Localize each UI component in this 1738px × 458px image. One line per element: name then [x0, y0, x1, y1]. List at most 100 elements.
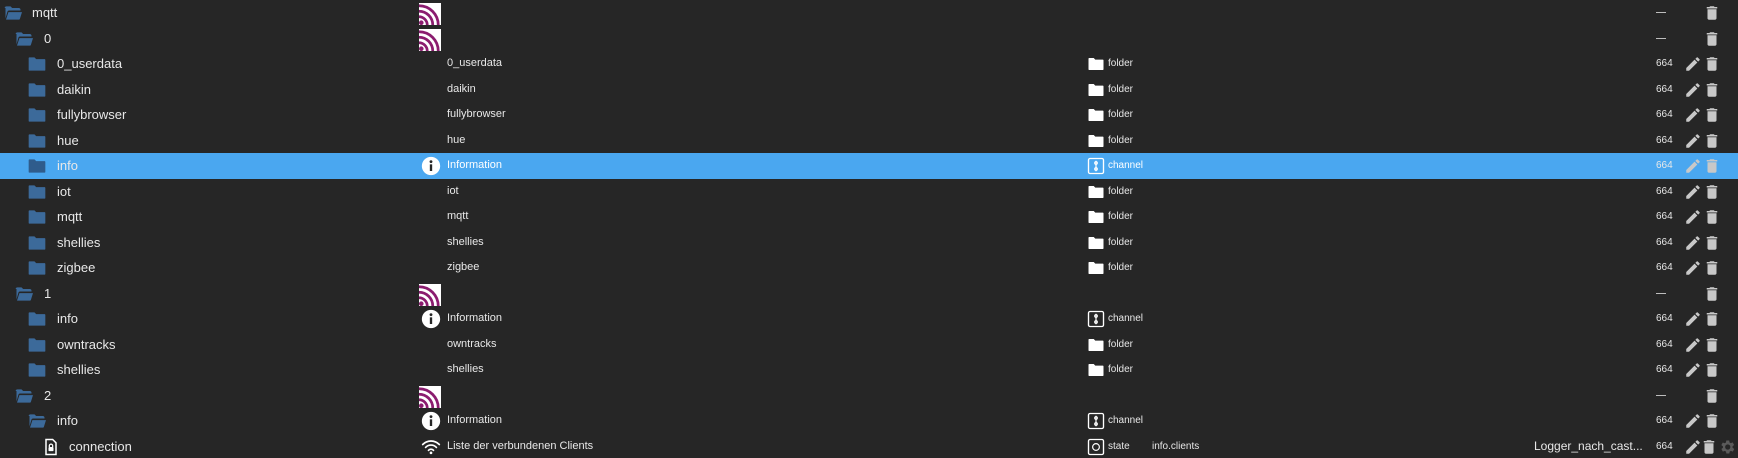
object-id: 0_userdata [57, 56, 123, 71]
object-id: daikin [57, 81, 91, 97]
folder-icon[interactable] [27, 182, 47, 202]
object-id: info [57, 158, 78, 173]
tree-row-2[interactable]: 2 [0, 382, 1738, 408]
object-id: shellies [57, 362, 101, 377]
object-name: hue [447, 133, 466, 146]
folder-type-icon [1087, 183, 1105, 201]
folder-icon[interactable] [27, 54, 47, 74]
tree-row-mqtt[interactable]: mqtt mqtt folder 664 [0, 204, 1738, 230]
object-type: folder [1108, 262, 1134, 273]
channel-type-icon [1087, 412, 1105, 430]
folder-icon[interactable] [27, 105, 47, 125]
tree-row-zigbee[interactable]: zigbee zigbee folder 664 [0, 255, 1738, 281]
pencil-icon[interactable] [1684, 310, 1702, 328]
pencil-icon[interactable] [1684, 336, 1702, 354]
object-acl: 664 [1656, 109, 1673, 120]
folder-open-icon[interactable] [14, 386, 34, 406]
state-document-icon[interactable] [41, 437, 61, 457]
object-id: 1 [44, 285, 52, 301]
trash-icon[interactable] [1703, 132, 1721, 150]
object-role: info.clients [1152, 440, 1200, 452]
folder-icon[interactable] [27, 131, 47, 151]
folder-icon[interactable] [27, 335, 47, 355]
trash-icon[interactable] [1703, 55, 1721, 73]
object-name: Information [447, 159, 503, 171]
folder-open-icon[interactable] [27, 411, 47, 431]
object-id: info [57, 413, 78, 428]
pencil-icon[interactable] [1684, 81, 1702, 99]
tree-row-info[interactable]: info Information channel 664 [0, 408, 1738, 434]
pencil-icon[interactable] [1684, 55, 1702, 73]
object-type: folder [1108, 211, 1134, 222]
object-name: mqtt [447, 210, 469, 222]
pencil-icon[interactable] [1684, 412, 1702, 430]
trash-icon[interactable] [1703, 106, 1721, 124]
folder-open-icon[interactable] [14, 284, 34, 304]
trash-icon[interactable] [1700, 438, 1718, 456]
pencil-icon[interactable] [1684, 259, 1702, 277]
object-type: folder [1108, 109, 1134, 120]
trash-icon[interactable] [1703, 336, 1721, 354]
trash-icon[interactable] [1703, 157, 1721, 175]
trash-icon[interactable] [1703, 412, 1721, 430]
tree-row-shellies[interactable]: shellies shellies folder 664 [0, 229, 1738, 255]
trash-icon[interactable] [1703, 30, 1721, 48]
trash-icon[interactable] [1703, 285, 1721, 303]
trash-icon[interactable] [1703, 4, 1721, 22]
folder-icon[interactable] [27, 360, 47, 380]
object-acl: 664 [1656, 440, 1673, 452]
object-type: folder [1108, 236, 1134, 248]
object-id: shellies [57, 234, 101, 250]
trash-icon[interactable] [1703, 259, 1721, 277]
trash-icon[interactable] [1703, 387, 1721, 405]
pencil-icon[interactable] [1684, 361, 1702, 379]
trash-icon[interactable] [1703, 81, 1721, 99]
folder-icon[interactable] [27, 309, 47, 329]
trash-icon[interactable] [1703, 234, 1721, 252]
object-room[interactable]: Logger_nach_cast... [1534, 434, 1646, 458]
tree-row-hue[interactable]: hue hue folder 664 [0, 127, 1738, 153]
object-name: fullybrowser [447, 108, 506, 120]
folder-icon[interactable] [27, 233, 47, 253]
tree-row-0[interactable]: 0 [0, 25, 1738, 51]
folder-icon[interactable] [27, 156, 47, 176]
trash-icon[interactable] [1703, 361, 1721, 379]
object-acl: 664 [1656, 364, 1673, 375]
tree-row-iot[interactable]: iot iot folder 664 [0, 178, 1738, 204]
tree-row-shellies[interactable]: shellies shellies folder 664 [0, 357, 1738, 383]
trash-icon[interactable] [1703, 208, 1721, 226]
object-type: folder [1108, 58, 1134, 69]
object-id: owntracks [57, 336, 116, 352]
trash-icon[interactable] [1703, 183, 1721, 201]
tree-row-owntracks[interactable]: owntracks owntracks folder 664 [0, 331, 1738, 357]
tree-row-1[interactable]: 1 [0, 280, 1738, 306]
pencil-icon[interactable] [1684, 132, 1702, 150]
pencil-icon[interactable] [1684, 183, 1702, 201]
tree-row-info[interactable]: info Information channel 664 [0, 153, 1738, 179]
tree-row-connection[interactable]: connection Liste der verbundenen Clients s… [0, 433, 1738, 458]
tree-row-0_userdata[interactable]: 0_userdata 0_userdata folder 664 [0, 51, 1738, 77]
tree-row-info[interactable]: info Information channel 664 [0, 306, 1738, 332]
object-id: 0 [44, 30, 52, 46]
gear-icon[interactable] [1718, 438, 1736, 456]
folder-open-icon[interactable] [14, 29, 34, 49]
tree-row-daikin[interactable]: daikin daikin folder 664 [0, 76, 1738, 102]
folder-open-icon[interactable] [3, 3, 23, 23]
object-id: zigbee [57, 260, 96, 275]
trash-icon[interactable] [1703, 310, 1721, 328]
tree-row-mqtt[interactable]: mqtt [0, 0, 1738, 26]
state-type-icon [1087, 438, 1105, 456]
folder-icon[interactable] [27, 80, 47, 100]
channel-type-icon [1087, 310, 1105, 328]
pencil-icon[interactable] [1684, 208, 1702, 226]
object-id: iot [57, 183, 71, 199]
folder-icon[interactable] [27, 258, 47, 278]
mqtt-adapter-icon [419, 28, 441, 51]
object-acl: 664 [1656, 313, 1673, 324]
pencil-icon[interactable] [1684, 234, 1702, 252]
pencil-icon[interactable] [1684, 106, 1702, 124]
pencil-icon[interactable] [1684, 157, 1702, 175]
folder-icon[interactable] [27, 207, 47, 227]
tree-row-fullybrowser[interactable]: fullybrowser fullybrowser folder 664 [0, 102, 1738, 128]
object-type: state [1108, 440, 1130, 452]
